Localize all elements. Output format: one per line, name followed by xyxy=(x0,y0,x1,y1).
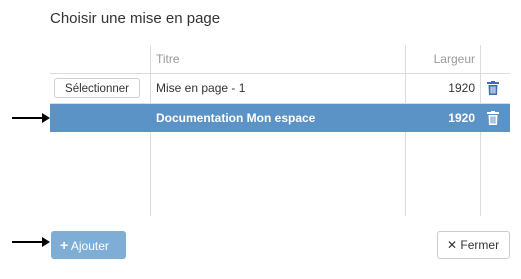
pointer-arrow-icon xyxy=(12,113,50,123)
close-button-label: Fermer xyxy=(460,238,500,252)
layout-table: Titre Largeur Sélectionner Mise en page … xyxy=(50,45,510,216)
trash-icon[interactable] xyxy=(487,111,499,125)
row-title: Mise en page - 1 xyxy=(156,81,246,95)
row-width: 1920 xyxy=(448,111,475,125)
dialog-title: Choisir une mise en page xyxy=(50,10,221,27)
table-row-selected[interactable]: Documentation Mon espace 1920 xyxy=(50,104,510,132)
row-title: Documentation Mon espace xyxy=(156,111,316,125)
add-button[interactable]: + Ajouter xyxy=(51,231,126,259)
plus-icon: + xyxy=(60,237,69,253)
close-icon: ✕ xyxy=(447,238,458,252)
select-button[interactable]: Sélectionner xyxy=(54,78,140,98)
row-width: 1920 xyxy=(448,81,475,95)
column-header-width[interactable]: Largeur xyxy=(405,52,475,66)
column-header-title[interactable]: Titre xyxy=(156,52,180,66)
trash-icon[interactable] xyxy=(487,81,499,95)
add-button-label: Ajouter xyxy=(70,239,109,253)
pointer-arrow-icon xyxy=(12,237,50,247)
table-row[interactable]: Sélectionner Mise en page - 1 1920 xyxy=(50,74,510,102)
close-button[interactable]: ✕ Fermer xyxy=(437,231,510,259)
